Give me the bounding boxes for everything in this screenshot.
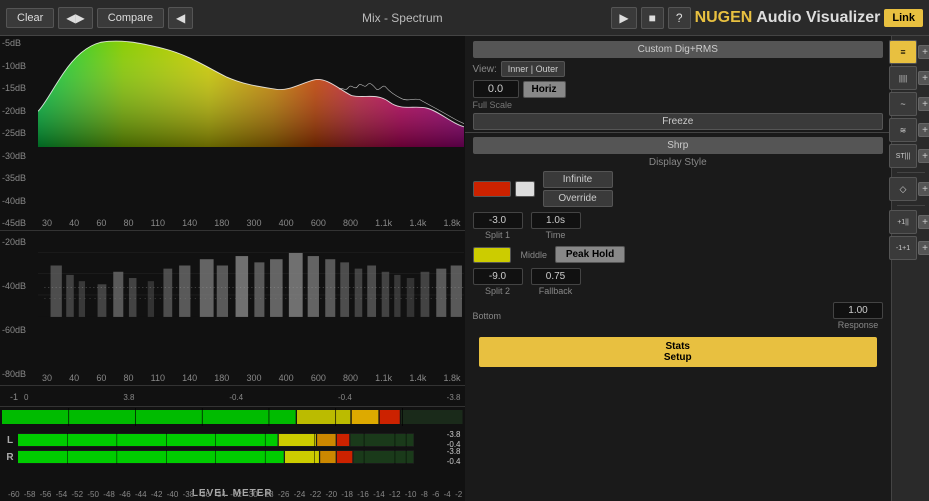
l-meter-svg [18,433,414,447]
full-scale-value[interactable]: 0.0 [473,80,519,98]
override-button[interactable]: Override [543,190,613,207]
split2-value[interactable]: -9.0 [473,268,523,285]
viz-area: -5dB -10dB -15dB -20dB -25dB -30dB -35dB… [0,36,465,501]
time-value[interactable]: 1.0s [531,212,581,229]
top-color-row: Infinite Override [473,171,884,207]
play-button[interactable]: ▶ [611,7,636,29]
icon-row-4: ≋ + [889,118,929,142]
title-display: Mix - Spectrum [197,11,607,25]
logo: NUGEN Audio Visualizer Link [695,9,923,27]
inner-outer-button[interactable]: Inner | Outer [501,61,565,77]
meter-strip [2,408,463,426]
r-meter-svg [18,450,414,464]
fallback-label: Fallback [531,286,581,296]
custom-dig-rms-button[interactable]: Custom Dig+RMS [473,41,884,58]
icon-row-2: |||| + [889,66,929,90]
display-style-label: Display Style [473,157,884,168]
fallback-value[interactable]: 0.75 [531,268,581,285]
icon-wave-button[interactable]: ~ [889,92,917,116]
icon-lines-button[interactable]: ≡ [889,40,917,64]
top-red-color[interactable] [473,181,511,197]
spectrogram-section: -20dB -40dB -60dB -80dB [0,231,465,386]
add-3-button[interactable]: + [918,97,929,111]
spectro-y-labels: -20dB -40dB -60dB -80dB [0,231,38,385]
icon-row-8: -1+1 + [889,236,929,260]
add-4-button[interactable]: + [918,123,929,137]
l-label: L [4,435,16,446]
add-1-button[interactable]: + [918,45,929,59]
l-bar-track [18,433,414,447]
controls-panel: Custom Dig+RMS View: Inner | Outer 0.0 H… [465,36,892,501]
icon-strip: ≡ + |||| + ~ + ≋ + ST||| + ◇ + [891,36,929,501]
back-button[interactable]: ◀▶ [58,7,92,29]
middle-label: Middle [521,250,548,260]
stats-setup-button[interactable]: Stats Setup [479,337,878,367]
help-button[interactable]: ? [668,7,691,29]
r-bar-track [18,450,414,464]
l-peak-top: -3.8 [447,430,461,440]
l-meter-row: L [4,432,461,448]
view-label: View: [473,64,497,75]
spectrogram-display [38,231,464,317]
add-6-button[interactable]: + [918,182,929,196]
shrp-button[interactable]: Shrp [473,137,884,154]
add-2-button[interactable]: + [918,71,929,85]
spectrum-x-labels: 30 40 60 80 110 140 180 300 400 600 800 … [38,218,465,228]
r-meter-row: R [4,449,461,465]
icon-row-5: ST||| + [889,144,929,168]
top-white-color[interactable] [515,181,535,197]
neg-one-label: -1 [10,392,22,402]
icon-zigzag-button[interactable]: ≋ [889,118,917,142]
top-bar: Clear ◀▶ Compare ◀ Mix - Spectrum ▶ ■ ? … [0,0,929,36]
r-label: R [4,452,16,463]
icon-bars-button[interactable]: |||| [889,66,917,90]
spectrum-y-labels: -5dB -10dB -15dB -20dB -25dB -30dB -35dB… [0,36,38,230]
time-label: Time [531,230,581,240]
spectro-x-labels: 30 40 60 80 110 140 180 300 400 600 800 … [38,373,465,383]
spectrum-display [38,36,464,147]
icon-minus1-button[interactable]: -1+1 [889,236,917,260]
horiz-button[interactable]: Horiz [523,81,566,98]
compare-button[interactable]: Compare [97,8,164,28]
infinite-button[interactable]: Infinite [543,171,613,188]
meter-tick-labels: -60 -58 -56 -54 -52 -50 -48 -46 -44 -42 … [8,490,463,499]
add-8-button[interactable]: + [918,241,929,255]
clear-button[interactable]: Clear [6,8,54,28]
icon-diamond-button[interactable]: ◇ [889,177,917,201]
peak-hold-button[interactable]: Peak Hold [555,246,625,263]
lr-meters: L [0,430,465,486]
strip-divider-2 [897,205,925,206]
split1-label: Split 1 [473,230,523,240]
display-style-section: Shrp Display Style Infinite Override -3.… [465,133,892,375]
icon-row-3: ~ + [889,92,929,116]
icon-plus1-button[interactable]: +1|| [889,210,917,234]
strip-divider [897,172,925,173]
level-meters-section: -1 0 3.8 -0.4 -0.4 -3.8 [0,386,465,501]
icon-stereo-button[interactable]: ST||| [889,144,917,168]
stop-button[interactable]: ■ [641,7,664,29]
add-7-button[interactable]: + [918,215,929,229]
response-value[interactable]: 1.00 [833,302,883,319]
split1-value[interactable]: -3.0 [473,212,523,229]
main-area: -5dB -10dB -15dB -20dB -25dB -30dB -35dB… [0,36,929,501]
prev-button[interactable]: ◀ [168,7,193,29]
icon-row-1: ≡ + [889,40,929,64]
icon-row-6: ◇ + [889,177,929,201]
full-scale-label: Full Scale [473,100,884,110]
spectrum-section: -5dB -10dB -15dB -20dB -25dB -30dB -35dB… [0,36,465,231]
right-main: Custom Dig+RMS View: Inner | Outer 0.0 H… [465,36,929,501]
bottom-label: Bottom [473,311,502,321]
freeze-button[interactable]: Freeze [473,113,884,130]
middle-yellow-color[interactable] [473,247,511,263]
link-button[interactable]: Link [884,9,923,27]
response-label: Response [833,320,883,330]
add-5-button[interactable]: + [918,149,929,163]
r-value: -0.4 [447,457,461,467]
icon-row-7: +1|| + [889,210,929,234]
split2-label: Split 2 [473,286,523,296]
r-peak-top: -3.8 [447,447,461,457]
logo-text: NUGEN Audio Visualizer [695,9,881,27]
